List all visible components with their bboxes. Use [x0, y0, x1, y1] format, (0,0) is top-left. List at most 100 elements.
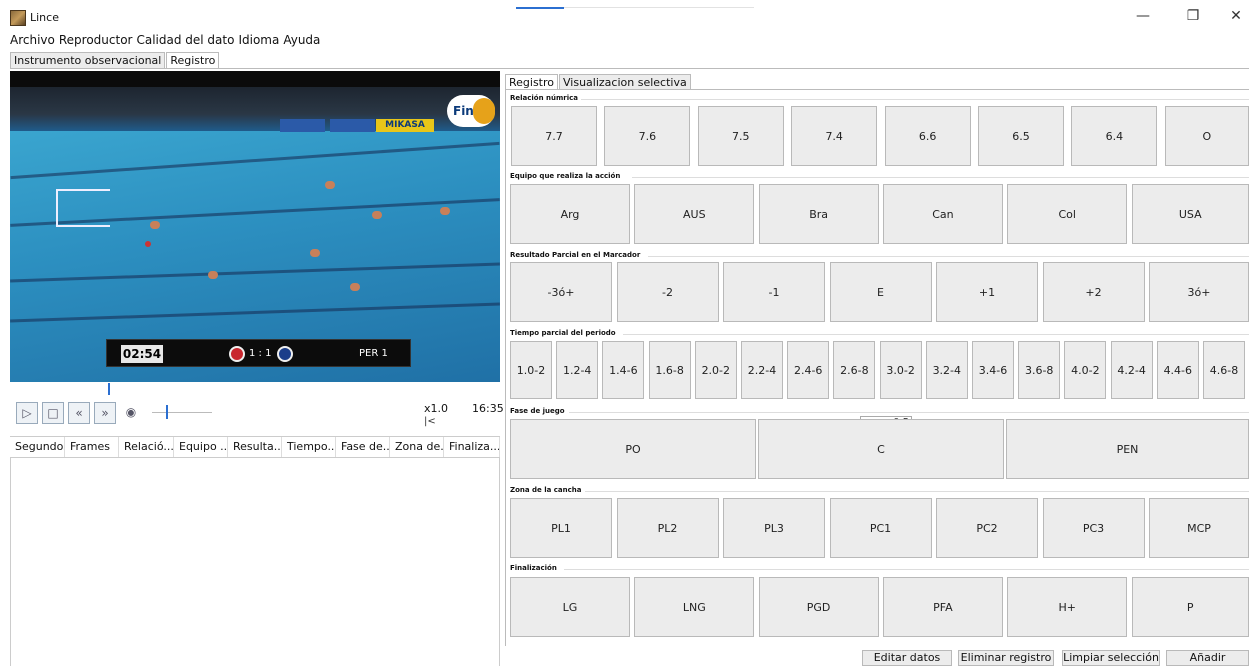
option-equipo-4[interactable]: Col	[1007, 184, 1128, 244]
option-tiempo-15[interactable]: 4.6-8	[1203, 341, 1245, 399]
eliminar-registro-button[interactable]: Eliminar registro	[958, 650, 1054, 666]
close-icon[interactable]: ✕	[1223, 6, 1249, 26]
option-zona-3[interactable]: PC1	[829, 498, 932, 558]
option-zona-5[interactable]: PC3	[1042, 498, 1145, 558]
tab-instrumento[interactable]: Instrumento observacional	[10, 52, 166, 68]
option-tiempo-2[interactable]: 1.4-6	[602, 341, 645, 399]
seek-marker[interactable]	[108, 383, 110, 395]
forward-icon[interactable]: »	[94, 402, 116, 424]
option-relacion-7[interactable]: O	[1164, 106, 1249, 166]
menu-ayuda[interactable]: Ayuda	[283, 31, 320, 49]
option-tiempo-14[interactable]: 4.4-6	[1156, 341, 1199, 399]
volume-knob[interactable]	[166, 405, 168, 419]
col-resultado[interactable]: Resulta...	[228, 437, 282, 457]
volume-icon[interactable]: ◉	[120, 402, 142, 424]
option-tiempo-13[interactable]: 4.2-4	[1110, 341, 1153, 399]
menu-calidad[interactable]: Calidad del dato	[136, 31, 234, 49]
stop-icon[interactable]: □	[42, 402, 64, 424]
option-fase-2[interactable]: PEN	[1006, 419, 1249, 479]
section-divider	[623, 334, 1249, 335]
option-finalizacion-1[interactable]: LNG	[634, 577, 755, 637]
option-tiempo-3[interactable]: 1.6-8	[648, 341, 691, 399]
option-equipo-0[interactable]: Arg	[510, 184, 630, 244]
section-label-zona: Zona de la cancha	[510, 486, 582, 494]
option-zona-6[interactable]: MCP	[1149, 498, 1249, 558]
option-relacion-6[interactable]: 6.4	[1071, 106, 1158, 166]
swimmer	[350, 283, 360, 291]
option-resultado-4[interactable]: +1	[936, 262, 1038, 322]
editar-datos-button[interactable]: Editar datos fijos	[862, 650, 952, 666]
rate-control: |< 0,5	[424, 416, 912, 428]
anadir-registro-button[interactable]: Añadir registro	[1166, 650, 1249, 666]
option-resultado-6[interactable]: 3ó+	[1149, 262, 1249, 322]
option-finalizacion-2[interactable]: PGD	[758, 577, 879, 637]
restore-icon[interactable]: ❐	[1180, 6, 1206, 26]
col-tiempo[interactable]: Tiempo...	[282, 437, 336, 457]
option-relacion-1[interactable]: 7.6	[604, 106, 691, 166]
section-label-resultado: Resultado Parcial en el Marcador	[510, 251, 641, 259]
option-zona-2[interactable]: PL3	[723, 498, 825, 558]
option-tiempo-9[interactable]: 3.2-4	[925, 341, 968, 399]
option-equipo-1[interactable]: AUS	[634, 184, 755, 244]
menu-archivo[interactable]: Archivo	[10, 31, 55, 49]
col-finalizacion[interactable]: Finaliza...	[444, 437, 500, 457]
option-resultado-0[interactable]: -3ó+	[510, 262, 612, 322]
option-resultado-3[interactable]: E	[829, 262, 932, 322]
title-bar: Lince — ❐ ✕	[0, 0, 1249, 32]
option-resultado-1[interactable]: -2	[616, 262, 719, 322]
minimize-icon[interactable]: —	[1130, 6, 1156, 26]
option-finalizacion-4[interactable]: H+	[1007, 577, 1128, 637]
option-relacion-2[interactable]: 7.5	[697, 106, 784, 166]
scoreboard: 02:54 1 : 1 PER 1	[106, 339, 411, 367]
rewind-icon[interactable]: «	[68, 402, 90, 424]
col-relacion[interactable]: Relació...	[119, 437, 174, 457]
option-tiempo-10[interactable]: 3.4-6	[972, 341, 1014, 399]
col-fase[interactable]: Fase de...	[336, 437, 390, 457]
option-finalizacion-5[interactable]: P	[1131, 577, 1249, 637]
tab-registro[interactable]: Registro	[166, 52, 220, 68]
col-segundos[interactable]: Segundos	[10, 437, 65, 457]
option-relacion-4[interactable]: 6.6	[884, 106, 971, 166]
option-relacion-0[interactable]: 7.7	[511, 106, 597, 166]
menu-reproductor[interactable]: Reproductor	[59, 31, 133, 49]
option-tiempo-4[interactable]: 2.0-2	[694, 341, 737, 399]
option-resultado-5[interactable]: +2	[1042, 262, 1145, 322]
option-fase-1[interactable]: C	[758, 419, 1004, 479]
option-tiempo-12[interactable]: 4.0-2	[1064, 341, 1107, 399]
option-finalizacion-0[interactable]: LG	[510, 577, 630, 637]
option-zona-4[interactable]: PC2	[936, 498, 1038, 558]
option-equipo-3[interactable]: Can	[882, 184, 1003, 244]
option-equipo-5[interactable]: USA	[1131, 184, 1249, 244]
option-zona-1[interactable]: PL2	[616, 498, 719, 558]
option-tiempo-7[interactable]: 2.6-8	[833, 341, 876, 399]
speed-label: x1.0	[424, 402, 449, 415]
option-relacion-5[interactable]: 6.5	[978, 106, 1064, 166]
tab-visualizacion[interactable]: Visualizacion selectiva	[559, 74, 691, 90]
play-icon[interactable]: ▷	[16, 402, 38, 424]
option-relacion-3[interactable]: 7.4	[791, 106, 878, 166]
title-accent-line	[516, 7, 564, 9]
option-tiempo-11[interactable]: 3.6-8	[1018, 341, 1061, 399]
swimmer	[208, 271, 218, 279]
option-equipo-2[interactable]: Bra	[758, 184, 879, 244]
col-equipo[interactable]: Equipo ...	[174, 437, 228, 457]
flag-usa-icon	[229, 346, 245, 362]
option-resultado-2[interactable]: -1	[723, 262, 825, 322]
option-tiempo-6[interactable]: 2.4-6	[787, 341, 830, 399]
frame-back-icon[interactable]: |<	[424, 416, 436, 427]
option-fase-0[interactable]: PO	[510, 419, 756, 479]
registro-table-body[interactable]	[10, 458, 500, 666]
option-tiempo-1[interactable]: 1.2-4	[556, 341, 599, 399]
option-finalizacion-3[interactable]: PFA	[882, 577, 1003, 637]
option-tiempo-8[interactable]: 3.0-2	[879, 341, 922, 399]
option-tiempo-0[interactable]: 1.0-2	[510, 341, 552, 399]
limpiar-seleccion-button[interactable]: Limpiar selección	[1062, 650, 1160, 666]
video-player[interactable]: MIKASA Fina 02:54 1 : 1 PER 1	[10, 71, 500, 382]
col-frames[interactable]: Frames	[65, 437, 119, 457]
option-tiempo-5[interactable]: 2.2-4	[741, 341, 783, 399]
option-zona-0[interactable]: PL1	[510, 498, 612, 558]
menu-idioma[interactable]: Idioma	[238, 31, 279, 49]
tab-registro-right[interactable]: Registro	[505, 74, 559, 90]
col-zona[interactable]: Zona de...	[390, 437, 444, 457]
volume-track[interactable]	[152, 412, 212, 413]
